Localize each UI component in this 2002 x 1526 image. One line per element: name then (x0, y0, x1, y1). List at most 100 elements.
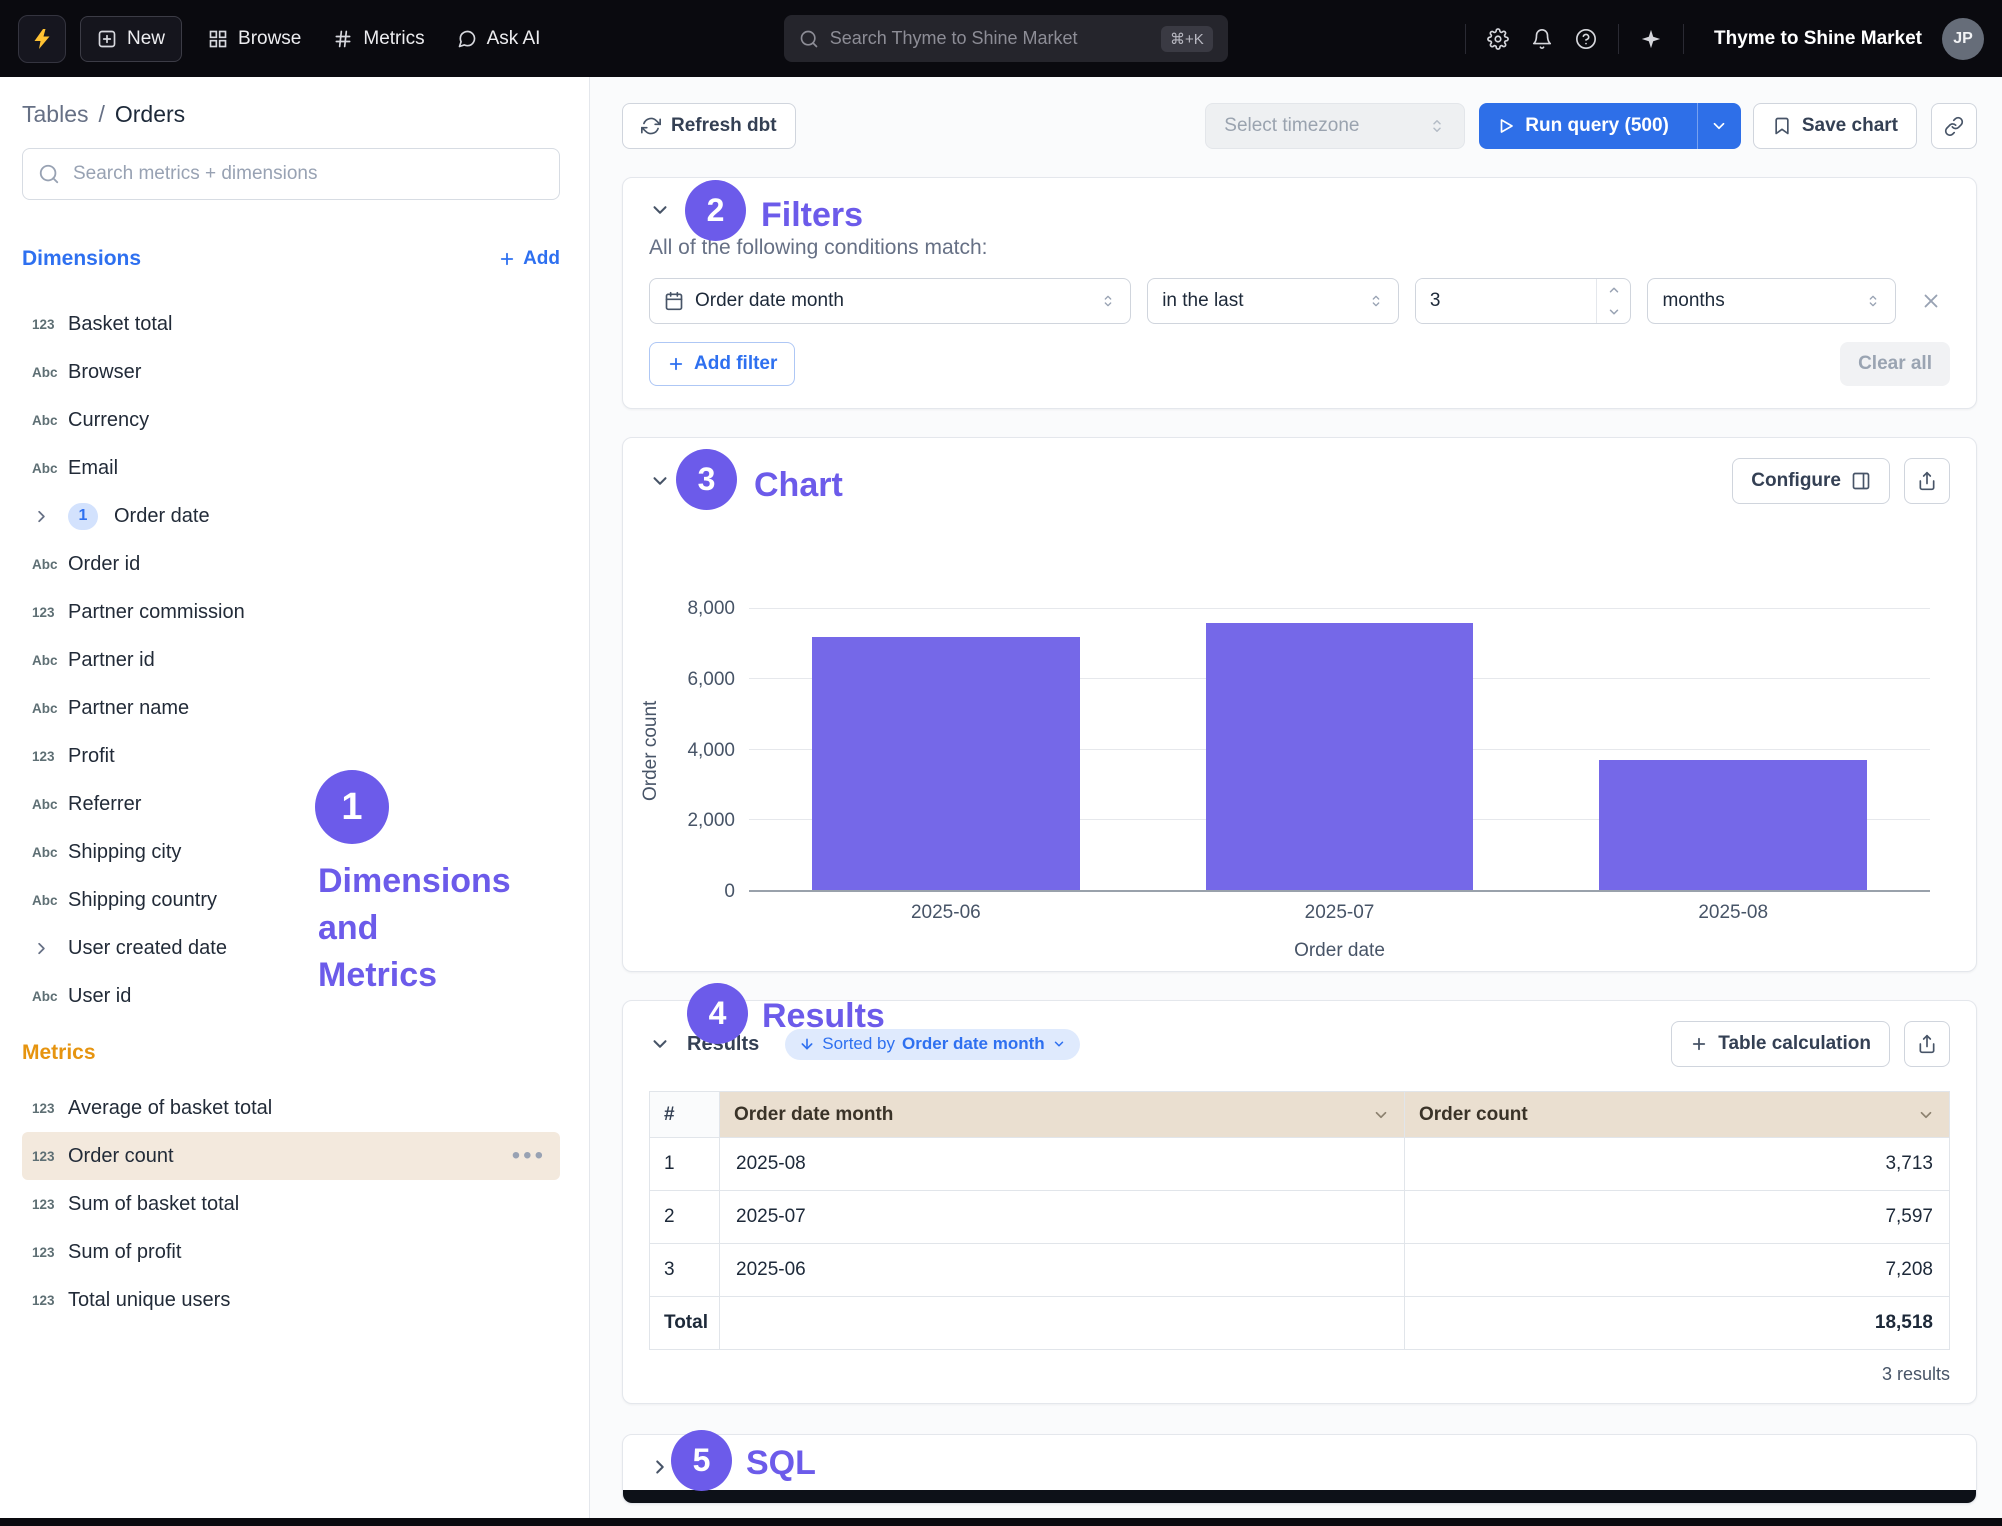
export-chart-button[interactable] (1904, 458, 1950, 504)
string-field-icon: Abc (32, 653, 68, 668)
save-chart-button[interactable]: Save chart (1753, 103, 1917, 149)
more-options-icon[interactable]: ••• (512, 1144, 546, 1168)
chevron-up-icon (1607, 283, 1621, 297)
add-filter-button[interactable]: Add filter (649, 342, 795, 386)
chevrons-updown-icon (1428, 117, 1446, 135)
sidebar-item-sum-of-basket-total[interactable]: 123Sum of basket total (22, 1180, 560, 1228)
fields-search-input[interactable] (22, 148, 560, 200)
string-field-icon: Abc (32, 365, 68, 380)
sidebar-item-profit[interactable]: 123Profit (22, 732, 560, 780)
row-month: 2025-07 (720, 1191, 1405, 1244)
chevron-down-icon[interactable] (1372, 1106, 1390, 1124)
refresh-dbt-button[interactable]: Refresh dbt (622, 103, 796, 149)
hash-icon (333, 29, 353, 49)
collapse-chevron-icon[interactable] (649, 199, 671, 221)
new-button[interactable]: New (80, 16, 182, 62)
add-dimension-button[interactable]: Add (498, 248, 560, 270)
total-month-cell (720, 1297, 1405, 1350)
sidebar-item-browser[interactable]: AbcBrowser (22, 348, 560, 396)
ask-ai-button[interactable]: Ask AI (441, 16, 557, 62)
metrics-button[interactable]: Metrics (317, 16, 440, 62)
run-query-main[interactable]: Run query (500) (1479, 103, 1687, 149)
total-row: Total 18,518 (650, 1297, 1950, 1350)
bar-2025-08[interactable] (1599, 760, 1867, 890)
global-search[interactable]: ⌘+K (784, 15, 1228, 62)
plus-icon (667, 355, 685, 373)
lightning-bolt-icon (30, 27, 54, 51)
grid-icon (208, 29, 228, 49)
column-header-order-date-month[interactable]: Order date month (720, 1092, 1405, 1138)
column-header-order-count[interactable]: Order count (1405, 1092, 1950, 1138)
sidebar-item-email[interactable]: AbcEmail (22, 444, 560, 492)
y-tick-label: 4,000 (687, 740, 735, 762)
numeric-field-icon: 123 (32, 1293, 68, 1308)
sidebar-item-basket-total[interactable]: 123Basket total (22, 300, 560, 348)
breadcrumb-tables[interactable]: Tables (22, 101, 88, 128)
settings-button[interactable] (1476, 17, 1520, 61)
filter-operator-select[interactable]: in the last (1147, 278, 1399, 324)
collapse-chevron-icon[interactable] (649, 470, 671, 492)
field-label: Order date (114, 505, 210, 528)
x-tick-label: 2025-08 (1536, 902, 1930, 924)
sql-code-strip (623, 1490, 1976, 1503)
sidebar-item-order-id[interactable]: AbcOrder id (22, 540, 560, 588)
bar-2025-06[interactable] (812, 637, 1080, 890)
browse-button[interactable]: Browse (192, 16, 317, 62)
filter-unit-select[interactable]: months (1647, 278, 1896, 324)
field-label: Partner name (68, 697, 189, 720)
sidebar-item-partner-id[interactable]: AbcPartner id (22, 636, 560, 684)
browse-button-label: Browse (238, 28, 301, 50)
sidebar-item-partner-name[interactable]: AbcPartner name (22, 684, 560, 732)
timezone-select[interactable]: Select timezone (1205, 103, 1465, 149)
string-field-icon: Abc (32, 461, 68, 476)
toolbar: Refresh dbt Select timezone Run query (5… (622, 103, 1977, 149)
sidebar-item-partner-commission[interactable]: 123Partner commission (22, 588, 560, 636)
help-button[interactable] (1564, 17, 1608, 61)
notifications-button[interactable] (1520, 17, 1564, 61)
run-query-button[interactable]: Run query (500) (1479, 103, 1741, 149)
sidebar-item-currency[interactable]: AbcCurrency (22, 396, 560, 444)
table-calculation-button[interactable]: Table calculation (1671, 1021, 1890, 1067)
total-label: Total (650, 1297, 720, 1350)
chevron-right-icon[interactable] (32, 507, 68, 526)
clear-all-button[interactable]: Clear all (1840, 342, 1950, 386)
stepper-down-button[interactable] (1597, 301, 1630, 323)
run-query-dropdown-button[interactable] (1697, 103, 1741, 149)
org-name[interactable]: Thyme to Shine Market (1694, 28, 1942, 50)
collapse-chevron-icon[interactable] (649, 1033, 671, 1055)
sidebar-item-sum-of-profit[interactable]: 123Sum of profit (22, 1228, 560, 1276)
bookmark-icon (1772, 116, 1792, 136)
y-tick-label: 6,000 (687, 669, 735, 691)
row-month: 2025-08 (720, 1138, 1405, 1191)
results-table: # Order date month Order count (649, 1091, 1950, 1350)
remove-filter-button[interactable] (1912, 282, 1950, 320)
bar-2025-07[interactable] (1206, 623, 1474, 890)
sidebar-item-average-of-basket-total[interactable]: 123Average of basket total (22, 1084, 560, 1132)
string-field-icon: Abc (32, 893, 68, 908)
field-label: Referrer (68, 793, 141, 816)
filter-value-input[interactable] (1416, 279, 1597, 323)
chevrons-updown-icon (1865, 293, 1881, 309)
search-icon (38, 163, 60, 185)
app-logo[interactable] (18, 15, 66, 63)
share-link-button[interactable] (1931, 103, 1977, 149)
export-results-button[interactable] (1904, 1021, 1950, 1067)
sidebar-item-order-date[interactable]: 1Order date (22, 492, 560, 540)
ai-sparkle-button[interactable] (1629, 17, 1673, 61)
stepper-up-button[interactable] (1597, 279, 1630, 301)
top-navbar: New Browse Metrics Ask AI ⌘+K Thyme to S (0, 0, 2002, 77)
configure-button[interactable]: Configure (1732, 458, 1890, 504)
sidebar-item-order-count[interactable]: 123Order count••• (22, 1132, 560, 1180)
sidebar-item-referrer[interactable]: AbcReferrer (22, 780, 560, 828)
chevron-down-icon[interactable] (1917, 1106, 1935, 1124)
new-button-label: New (127, 28, 165, 50)
x-axis-labels: 2025-062025-072025-08 (749, 902, 1930, 924)
sidebar-item-total-unique-users[interactable]: 123Total unique users (22, 1276, 560, 1324)
filter-field-select[interactable]: Order date month (649, 278, 1131, 324)
user-avatar[interactable]: JP (1942, 18, 1984, 60)
filter-row: Order date month in the last (649, 278, 1950, 324)
expand-chevron-icon[interactable] (649, 1456, 671, 1478)
chevron-right-icon[interactable] (32, 939, 68, 958)
fields-search[interactable] (22, 148, 560, 200)
global-search-input[interactable] (830, 28, 1150, 49)
